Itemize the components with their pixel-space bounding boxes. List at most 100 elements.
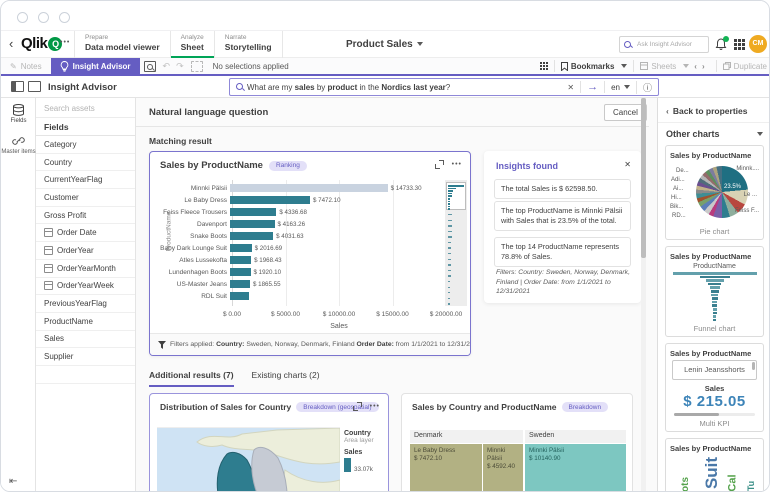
toggle-right-panel-icon[interactable] (28, 81, 41, 92)
word-cloud-word[interactable]: Cal (727, 474, 739, 491)
field-item[interactable]: Supplier (36, 348, 135, 366)
field-item[interactable]: Customer (36, 189, 135, 207)
scrollbar-thumb[interactable] (641, 98, 646, 258)
insight-item[interactable]: The top 14 ProductName represents 78.8% … (494, 237, 631, 267)
kpi-horizontal-scrollbar[interactable] (674, 413, 755, 416)
bar-row[interactable]: Snake Boots$ 4031.63 (154, 230, 454, 242)
field-item[interactable]: Category (36, 136, 135, 154)
chart-suggestion-word-cloud[interactable]: Sales by ProductName otsSuitCalTu (665, 438, 764, 492)
bar[interactable] (230, 184, 388, 192)
collapse-panel-icon[interactable]: ⇤ (1, 476, 36, 487)
field-item[interactable]: OrderYearMonth (36, 260, 135, 278)
clear-selections-icon[interactable] (191, 61, 203, 72)
field-item[interactable]: Country (36, 154, 135, 172)
bar-row[interactable]: Lundenhagen Boots$ 1920.10 (154, 266, 454, 278)
nav-tab-narrate[interactable]: Narrate Storytelling (214, 31, 283, 58)
field-item[interactable]: Gross Profit (36, 207, 135, 225)
map-visualization[interactable] (157, 427, 340, 492)
treemap-result-card[interactable]: Sales by Country and ProductName Breakdo… (401, 393, 633, 492)
notifications-bell-icon[interactable] (715, 38, 727, 51)
app-title-dropdown[interactable]: Product Sales (346, 39, 423, 50)
insight-item[interactable]: The top ProductName is Minnki Pälsii wit… (494, 201, 631, 231)
search-assets-input[interactable] (36, 100, 135, 118)
nav-tab-prepare[interactable]: Prepare Data model viewer (74, 31, 170, 58)
other-charts-header[interactable]: Other charts (658, 123, 770, 145)
sheet-grid-icon[interactable] (540, 62, 548, 70)
notes-button[interactable]: ✎ Notes (1, 58, 51, 74)
toggle-left-panel-icon[interactable] (11, 81, 24, 92)
field-item[interactable]: Order Date (36, 224, 135, 242)
bar[interactable] (230, 292, 249, 300)
redo-selection-icon[interactable]: ↷ (176, 61, 184, 72)
more-menu-icon[interactable]: ••• (452, 161, 462, 168)
chart-suggestion-funnel[interactable]: Sales by ProductName ProductName Funnel … (665, 246, 764, 337)
bar-row[interactable]: Feiss Fleece Trousers$ 4336.68 (154, 206, 454, 218)
bar[interactable] (230, 208, 276, 216)
bar-row[interactable]: Minnki Pälsii$ 14733.30 (154, 182, 454, 194)
window-control-maximize[interactable] (59, 12, 70, 23)
rail-tab-master-items[interactable]: Master items (1, 129, 36, 160)
next-sheet-icon[interactable]: › (702, 62, 705, 71)
selections-search-icon[interactable] (144, 61, 156, 72)
duplicate-button[interactable]: Duplicate (723, 62, 767, 71)
bar-row[interactable]: Davenport$ 4163.26 (154, 218, 454, 230)
window-control-close[interactable] (17, 12, 28, 23)
map-result-card[interactable]: Distribution of Sales for Country Breakd… (149, 393, 389, 492)
field-item[interactable]: CurrentYearFlag (36, 171, 135, 189)
close-icon[interactable]: ✕ (624, 160, 631, 169)
nav-tab-analyze[interactable]: Analyze Sheet (170, 31, 214, 58)
ask-insight-advisor-searchbox[interactable] (619, 36, 709, 53)
word-cloud-word[interactable]: Suit (702, 457, 722, 489)
result-chart-card[interactable]: Sales by ProductName Ranking ••• Product… (149, 151, 471, 356)
bar[interactable] (230, 280, 250, 288)
app-launcher-icon[interactable] (734, 39, 745, 50)
field-item[interactable]: OrderYearWeek (36, 278, 135, 296)
select-scrollbar[interactable] (752, 362, 755, 370)
field-item[interactable]: OrderYear (36, 242, 135, 260)
bar-row[interactable]: Le Baby Dress$ 7472.10 (154, 194, 454, 206)
sheets-dropdown[interactable]: Sheets (640, 62, 689, 71)
word-cloud-word[interactable]: ots (680, 477, 691, 492)
info-icon[interactable]: ⓘ (636, 81, 652, 94)
expand-icon[interactable] (353, 402, 362, 411)
word-cloud-word[interactable]: Tu (746, 481, 756, 491)
bar-row[interactable]: RDL Suit (154, 290, 454, 302)
bar[interactable] (230, 232, 273, 240)
undo-selection-icon[interactable]: ↶ (163, 61, 171, 72)
language-dropdown[interactable]: en (611, 83, 630, 92)
ask-insight-advisor-input[interactable] (635, 40, 705, 49)
prev-sheet-icon[interactable]: ‹ (694, 62, 697, 71)
field-item[interactable]: PreviousYearFlag (36, 295, 135, 313)
chart-suggestion-pie[interactable]: Sales by ProductName 23.5% Minnk.... De.… (665, 145, 764, 240)
global-menu-icon[interactable]: ••• (60, 39, 70, 46)
back-to-properties-link[interactable]: ‹Back to properties (658, 98, 770, 123)
main-scrollbar[interactable] (641, 98, 646, 492)
clear-query-icon[interactable]: ✕ (567, 83, 574, 92)
bar-row[interactable]: Baby Dark Lounge Suit$ 2016.69 (154, 242, 454, 254)
bar[interactable] (230, 220, 275, 228)
treemap-cell[interactable]: Le Baby Dress$ 7472.10 (410, 444, 482, 492)
back-chevron-icon[interactable]: ‹ (9, 36, 13, 51)
kpi-select[interactable]: Lenin Jeansshorts (672, 360, 757, 380)
chart-scroll-minimap[interactable] (445, 180, 467, 306)
user-avatar[interactable]: CM (749, 35, 767, 53)
bar[interactable] (230, 268, 251, 276)
window-control-minimize[interactable] (38, 12, 49, 23)
query-text[interactable]: What are my sales by product in the Nord… (247, 83, 567, 92)
expand-icon[interactable] (435, 160, 444, 169)
bookmarks-dropdown[interactable]: Bookmarks (561, 62, 628, 71)
treemap-visualization[interactable]: Denmark Sweden Le Baby Dress$ 7472.10 Mi… (410, 430, 626, 492)
field-item[interactable]: Sales (36, 331, 135, 349)
bar-row[interactable]: US-Master Jeans$ 1865.55 (154, 278, 454, 290)
field-item[interactable]: ProductName (36, 313, 135, 331)
insight-advisor-button[interactable]: Insight Advisor (51, 58, 140, 74)
nlq-search-bar[interactable]: What are my sales by product in the Nord… (229, 78, 659, 96)
treemap-cell[interactable]: Minnki Pälsii$ 4592.40 (483, 444, 523, 492)
bar-row[interactable]: Atles Lussekofta$ 1968.43 (154, 254, 454, 266)
tab-existing-charts[interactable]: Existing charts (2) (252, 370, 320, 387)
bar[interactable] (230, 196, 310, 204)
tab-additional-results[interactable]: Additional results (7) (149, 370, 234, 387)
insight-item[interactable]: The total Sales is $ 62598.50. (494, 179, 631, 199)
scrollbar-thumb[interactable] (674, 413, 719, 416)
rail-tab-fields[interactable]: Fields (1, 98, 36, 129)
